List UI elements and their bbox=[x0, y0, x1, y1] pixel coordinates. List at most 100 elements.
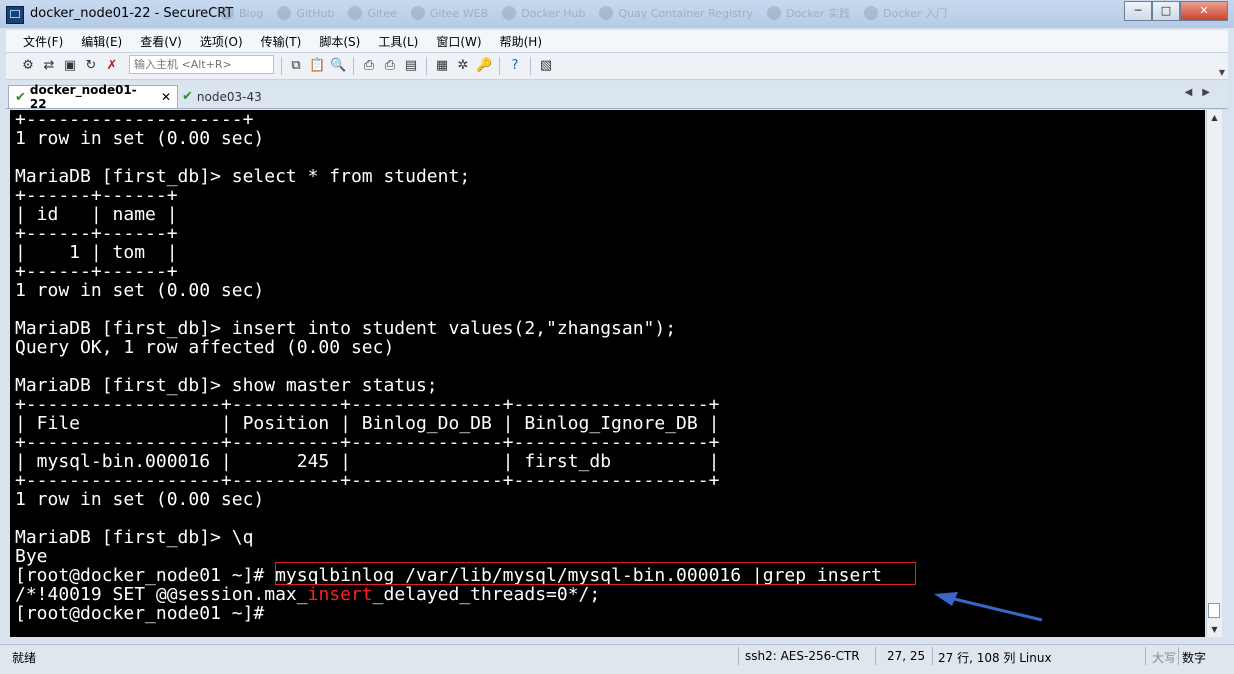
toolbar-separator bbox=[353, 57, 354, 75]
status-caps-lock: 大写 bbox=[1152, 651, 1177, 665]
disconnect-icon[interactable]: ✗ bbox=[104, 58, 120, 74]
terminal-line: | id | name | bbox=[15, 204, 178, 225]
terminal-line: MariaDB [first_db]> insert into student … bbox=[15, 318, 677, 339]
menu-help[interactable]: 帮助(H) bbox=[491, 30, 551, 52]
scroll-up-icon[interactable]: ▲ bbox=[1207, 110, 1222, 125]
terminal-line: 1 row in set (0.00 sec) bbox=[15, 489, 265, 510]
find-icon[interactable]: 🔍 bbox=[330, 58, 346, 74]
reconnect-icon[interactable]: ↻ bbox=[83, 58, 99, 74]
terminal-line: +--------------------+ bbox=[15, 110, 254, 130]
menu-file[interactable]: 文件(F) bbox=[6, 30, 72, 52]
background-tab: GitHub bbox=[277, 5, 334, 21]
menu-edit[interactable]: 编辑(E) bbox=[72, 30, 131, 52]
terminal-line: +------+------+ bbox=[15, 185, 178, 206]
background-tab: Docker 入门 bbox=[864, 5, 947, 21]
terminal-line: | mysql-bin.000016 | 245 | | first_db | bbox=[15, 451, 720, 472]
window-controls: ─ □ ✕ bbox=[1124, 1, 1228, 21]
session-tab-bar: ✔ docker_node01-22 ✕ ✔ node03-43 ◀▶ bbox=[6, 82, 1228, 111]
site-icon bbox=[348, 6, 363, 20]
tab-scroll-arrows[interactable]: ◀▶ bbox=[1185, 87, 1220, 98]
connect-in-tab-icon[interactable]: ▣ bbox=[62, 58, 78, 74]
command-highlight-box bbox=[275, 562, 916, 585]
print-icon[interactable]: ⎙ bbox=[361, 58, 377, 74]
menu-script[interactable]: 脚本(S) bbox=[310, 30, 369, 52]
connected-check-icon: ✔ bbox=[15, 89, 26, 105]
terminal-line: +------------------+----------+---------… bbox=[15, 394, 720, 415]
terminal-line: +------+------+ bbox=[15, 223, 178, 244]
terminal-line: +------+------+ bbox=[15, 261, 178, 282]
session-options-icon[interactable]: ▦ bbox=[434, 58, 450, 74]
paste-icon[interactable]: 📋 bbox=[309, 58, 325, 74]
status-ready: 就绪 bbox=[12, 651, 37, 665]
maximize-button[interactable]: □ bbox=[1152, 1, 1180, 21]
site-icon bbox=[277, 6, 292, 20]
toolbar-separator bbox=[426, 57, 427, 75]
status-separator bbox=[1145, 647, 1146, 665]
status-separator bbox=[875, 647, 876, 665]
terminal-line: | 1 | tom | bbox=[15, 242, 178, 263]
toolbar-separator bbox=[499, 57, 500, 75]
background-tab: Docker Hub bbox=[502, 5, 585, 21]
close-button[interactable]: ✕ bbox=[1180, 1, 1228, 21]
toolbar-overflow-icon[interactable]: ▼ bbox=[1219, 68, 1225, 77]
terminal-line: +------------------+----------+---------… bbox=[15, 432, 720, 453]
copy-icon[interactable]: ⧉ bbox=[288, 58, 304, 74]
title-bar: docker_node01-22 - SecureCRT Blog GitHub… bbox=[0, 0, 1234, 28]
terminal-line: +------------------+----------+---------… bbox=[15, 470, 720, 491]
final-prompt-line: [root@docker_node01 ~]# bbox=[15, 603, 276, 624]
minimize-button[interactable]: ─ bbox=[1124, 1, 1152, 21]
status-protocol: ssh2: AES-256-CTR bbox=[745, 649, 860, 663]
tab-node03-43[interactable]: ✔ node03-43 bbox=[176, 85, 286, 108]
connect-icon[interactable]: ⚙ bbox=[20, 58, 36, 74]
terminal-line: 1 row in set (0.00 sec) bbox=[15, 128, 265, 149]
status-separator bbox=[738, 647, 739, 665]
menu-options[interactable]: 选项(O) bbox=[191, 30, 252, 52]
terminal-scrollbar[interactable]: ▲ ▼ bbox=[1206, 110, 1222, 637]
grep-match: insert bbox=[307, 584, 373, 605]
help-icon[interactable]: ? bbox=[507, 58, 523, 74]
background-tab: Gitee bbox=[348, 5, 397, 21]
background-tab: Blog bbox=[220, 5, 263, 21]
site-icon bbox=[864, 6, 879, 20]
background-tabs: Blog GitHub Gitee Gitee WEB Docker Hub Q… bbox=[220, 5, 947, 21]
status-terminal-size: 27 行, 108 列 Linux bbox=[938, 651, 1052, 665]
tab-docker-node01-22[interactable]: ✔ docker_node01-22 ✕ bbox=[8, 83, 178, 111]
annotation-arrow-icon bbox=[934, 592, 1043, 622]
scroll-down-icon[interactable]: ▼ bbox=[1207, 622, 1222, 637]
terminal-screen[interactable]: +--------------------+ 1 row in set (0.0… bbox=[10, 110, 1205, 637]
status-bar: 就绪 ssh2: AES-256-CTR 27, 25 27 行, 108 列 … bbox=[0, 644, 1234, 674]
terminal-line: MariaDB [first_db]> \q bbox=[15, 527, 254, 548]
print-screen-icon[interactable]: ⎙ bbox=[382, 58, 398, 74]
toolbar: ⚙ ⇄ ▣ ↻ ✗ ⧉ 📋 🔍 ⎙ ⎙ ▤ ▦ ✲ 🔑 ? ▧ ▼ bbox=[6, 53, 1228, 80]
global-options-icon[interactable]: ✲ bbox=[455, 58, 471, 74]
site-icon bbox=[220, 6, 234, 20]
status-num-lock: 数字 bbox=[1182, 651, 1207, 665]
keymap-icon[interactable]: 🔑 bbox=[476, 58, 492, 74]
menu-view[interactable]: 查看(V) bbox=[131, 30, 191, 52]
menu-bar: 文件(F) 编辑(E) 查看(V) 选项(O) 传输(T) 脚本(S) 工具(L… bbox=[6, 30, 1228, 53]
scroll-thumb[interactable] bbox=[1208, 603, 1220, 618]
securecrt-app-icon bbox=[6, 6, 24, 24]
sftp-icon[interactable]: ▧ bbox=[538, 58, 554, 74]
site-icon bbox=[502, 6, 517, 20]
terminal-line: MariaDB [first_db]> select * from studen… bbox=[15, 166, 471, 187]
status-cursor-position: 27, 25 bbox=[887, 649, 926, 663]
menu-window[interactable]: 窗口(W) bbox=[427, 30, 490, 52]
tab-close-icon[interactable]: ✕ bbox=[161, 90, 171, 104]
status-separator bbox=[1178, 647, 1179, 665]
terminal-output: +--------------------+ 1 row in set (0.0… bbox=[10, 110, 882, 623]
quick-connect-icon[interactable]: ⇄ bbox=[41, 58, 57, 74]
site-icon bbox=[599, 6, 614, 20]
menu-transfer[interactable]: 传输(T) bbox=[252, 30, 311, 52]
site-icon bbox=[410, 6, 425, 20]
terminal-line: | File | Position | Binlog_Do_DB | Binlo… bbox=[15, 413, 720, 434]
host-input[interactable] bbox=[129, 55, 274, 74]
menu-tools[interactable]: 工具(L) bbox=[369, 30, 427, 52]
background-tab: Docker 实践 bbox=[767, 5, 850, 21]
terminal-line: MariaDB [first_db]> show master status; bbox=[15, 375, 438, 396]
window-title: docker_node01-22 - SecureCRT bbox=[30, 6, 234, 21]
log-session-icon[interactable]: ▤ bbox=[403, 58, 419, 74]
